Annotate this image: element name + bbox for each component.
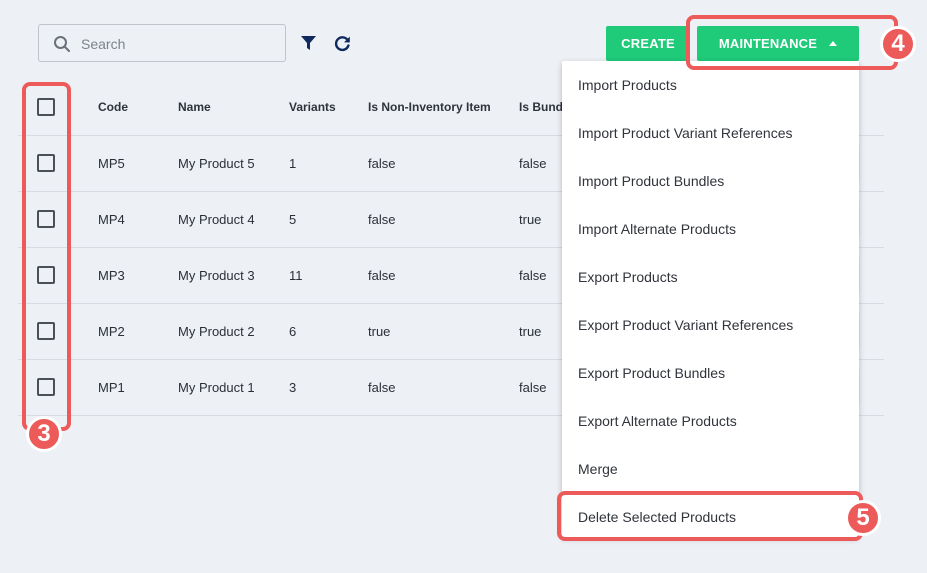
cell-variants: 5 [289, 212, 297, 227]
menu-item-export-alternate-products[interactable]: Export Alternate Products [562, 397, 859, 445]
cell-code: MP1 [98, 380, 125, 395]
cell-name: My Product 5 [178, 156, 255, 171]
cell-variants: 1 [289, 156, 297, 171]
header-code[interactable]: Code [98, 80, 128, 135]
menu-item-export-products[interactable]: Export Products [562, 253, 859, 301]
row-checkbox[interactable] [37, 266, 55, 284]
cell-name: My Product 2 [178, 324, 255, 339]
header-non-inventory[interactable]: Is Non-Inventory Item [368, 80, 491, 135]
row-checkbox[interactable] [37, 154, 55, 172]
menu-item-delete-selected[interactable]: Delete Selected Products [562, 493, 859, 541]
menu-item-export-variant-references[interactable]: Export Product Variant References [562, 301, 859, 349]
cell-code: MP3 [98, 268, 125, 283]
maintenance-button[interactable]: MAINTENANCE [697, 26, 859, 61]
caret-up-icon [829, 41, 838, 46]
step-badge-5: 5 [845, 500, 881, 536]
cell-name: My Product 4 [178, 212, 255, 227]
filter-icon[interactable] [300, 35, 317, 52]
menu-item-merge[interactable]: Merge [562, 445, 859, 493]
menu-item-import-alternate-products[interactable]: Import Alternate Products [562, 205, 859, 253]
cell-non-inventory: false [368, 212, 396, 227]
cell-code: MP2 [98, 324, 125, 339]
header-variants[interactable]: Variants [289, 80, 336, 135]
cell-bundle: false [519, 380, 547, 395]
cell-bundle: false [519, 156, 547, 171]
cell-non-inventory: false [368, 380, 396, 395]
step-badge-3: 3 [26, 416, 62, 452]
cell-variants: 6 [289, 324, 297, 339]
cell-variants: 11 [289, 268, 303, 283]
cell-bundle: false [519, 268, 547, 283]
refresh-icon[interactable] [333, 34, 352, 53]
menu-item-import-products[interactable]: Import Products [562, 61, 859, 109]
cell-name: My Product 3 [178, 268, 255, 283]
cell-code: MP4 [98, 212, 125, 227]
menu-item-import-variant-references[interactable]: Import Product Variant References [562, 109, 859, 157]
header-name[interactable]: Name [178, 80, 211, 135]
maintenance-button-label: MAINTENANCE [718, 36, 818, 51]
search-box[interactable] [38, 24, 286, 63]
menu-item-import-bundles[interactable]: Import Product Bundles [562, 157, 859, 205]
cell-bundle: true [519, 324, 542, 339]
cell-name: My Product 1 [178, 380, 255, 395]
cell-non-inventory: true [368, 324, 391, 339]
search-icon [54, 36, 70, 52]
cell-variants: 3 [289, 380, 297, 395]
cell-bundle: true [519, 212, 542, 227]
maintenance-menu: Import Products Import Product Variant R… [562, 61, 859, 537]
row-checkbox[interactable] [37, 322, 55, 340]
cell-non-inventory: false [368, 156, 396, 171]
create-button-label: CREATE [621, 36, 675, 51]
cell-non-inventory: false [368, 268, 396, 283]
search-input[interactable] [79, 25, 283, 63]
row-checkbox[interactable] [37, 378, 55, 396]
row-checkbox[interactable] [37, 210, 55, 228]
menu-item-export-bundles[interactable]: Export Product Bundles [562, 349, 859, 397]
select-all-checkbox[interactable] [37, 98, 55, 116]
create-button[interactable]: CREATE [606, 26, 690, 61]
cell-code: MP5 [98, 156, 125, 171]
step-badge-4: 4 [880, 26, 916, 62]
